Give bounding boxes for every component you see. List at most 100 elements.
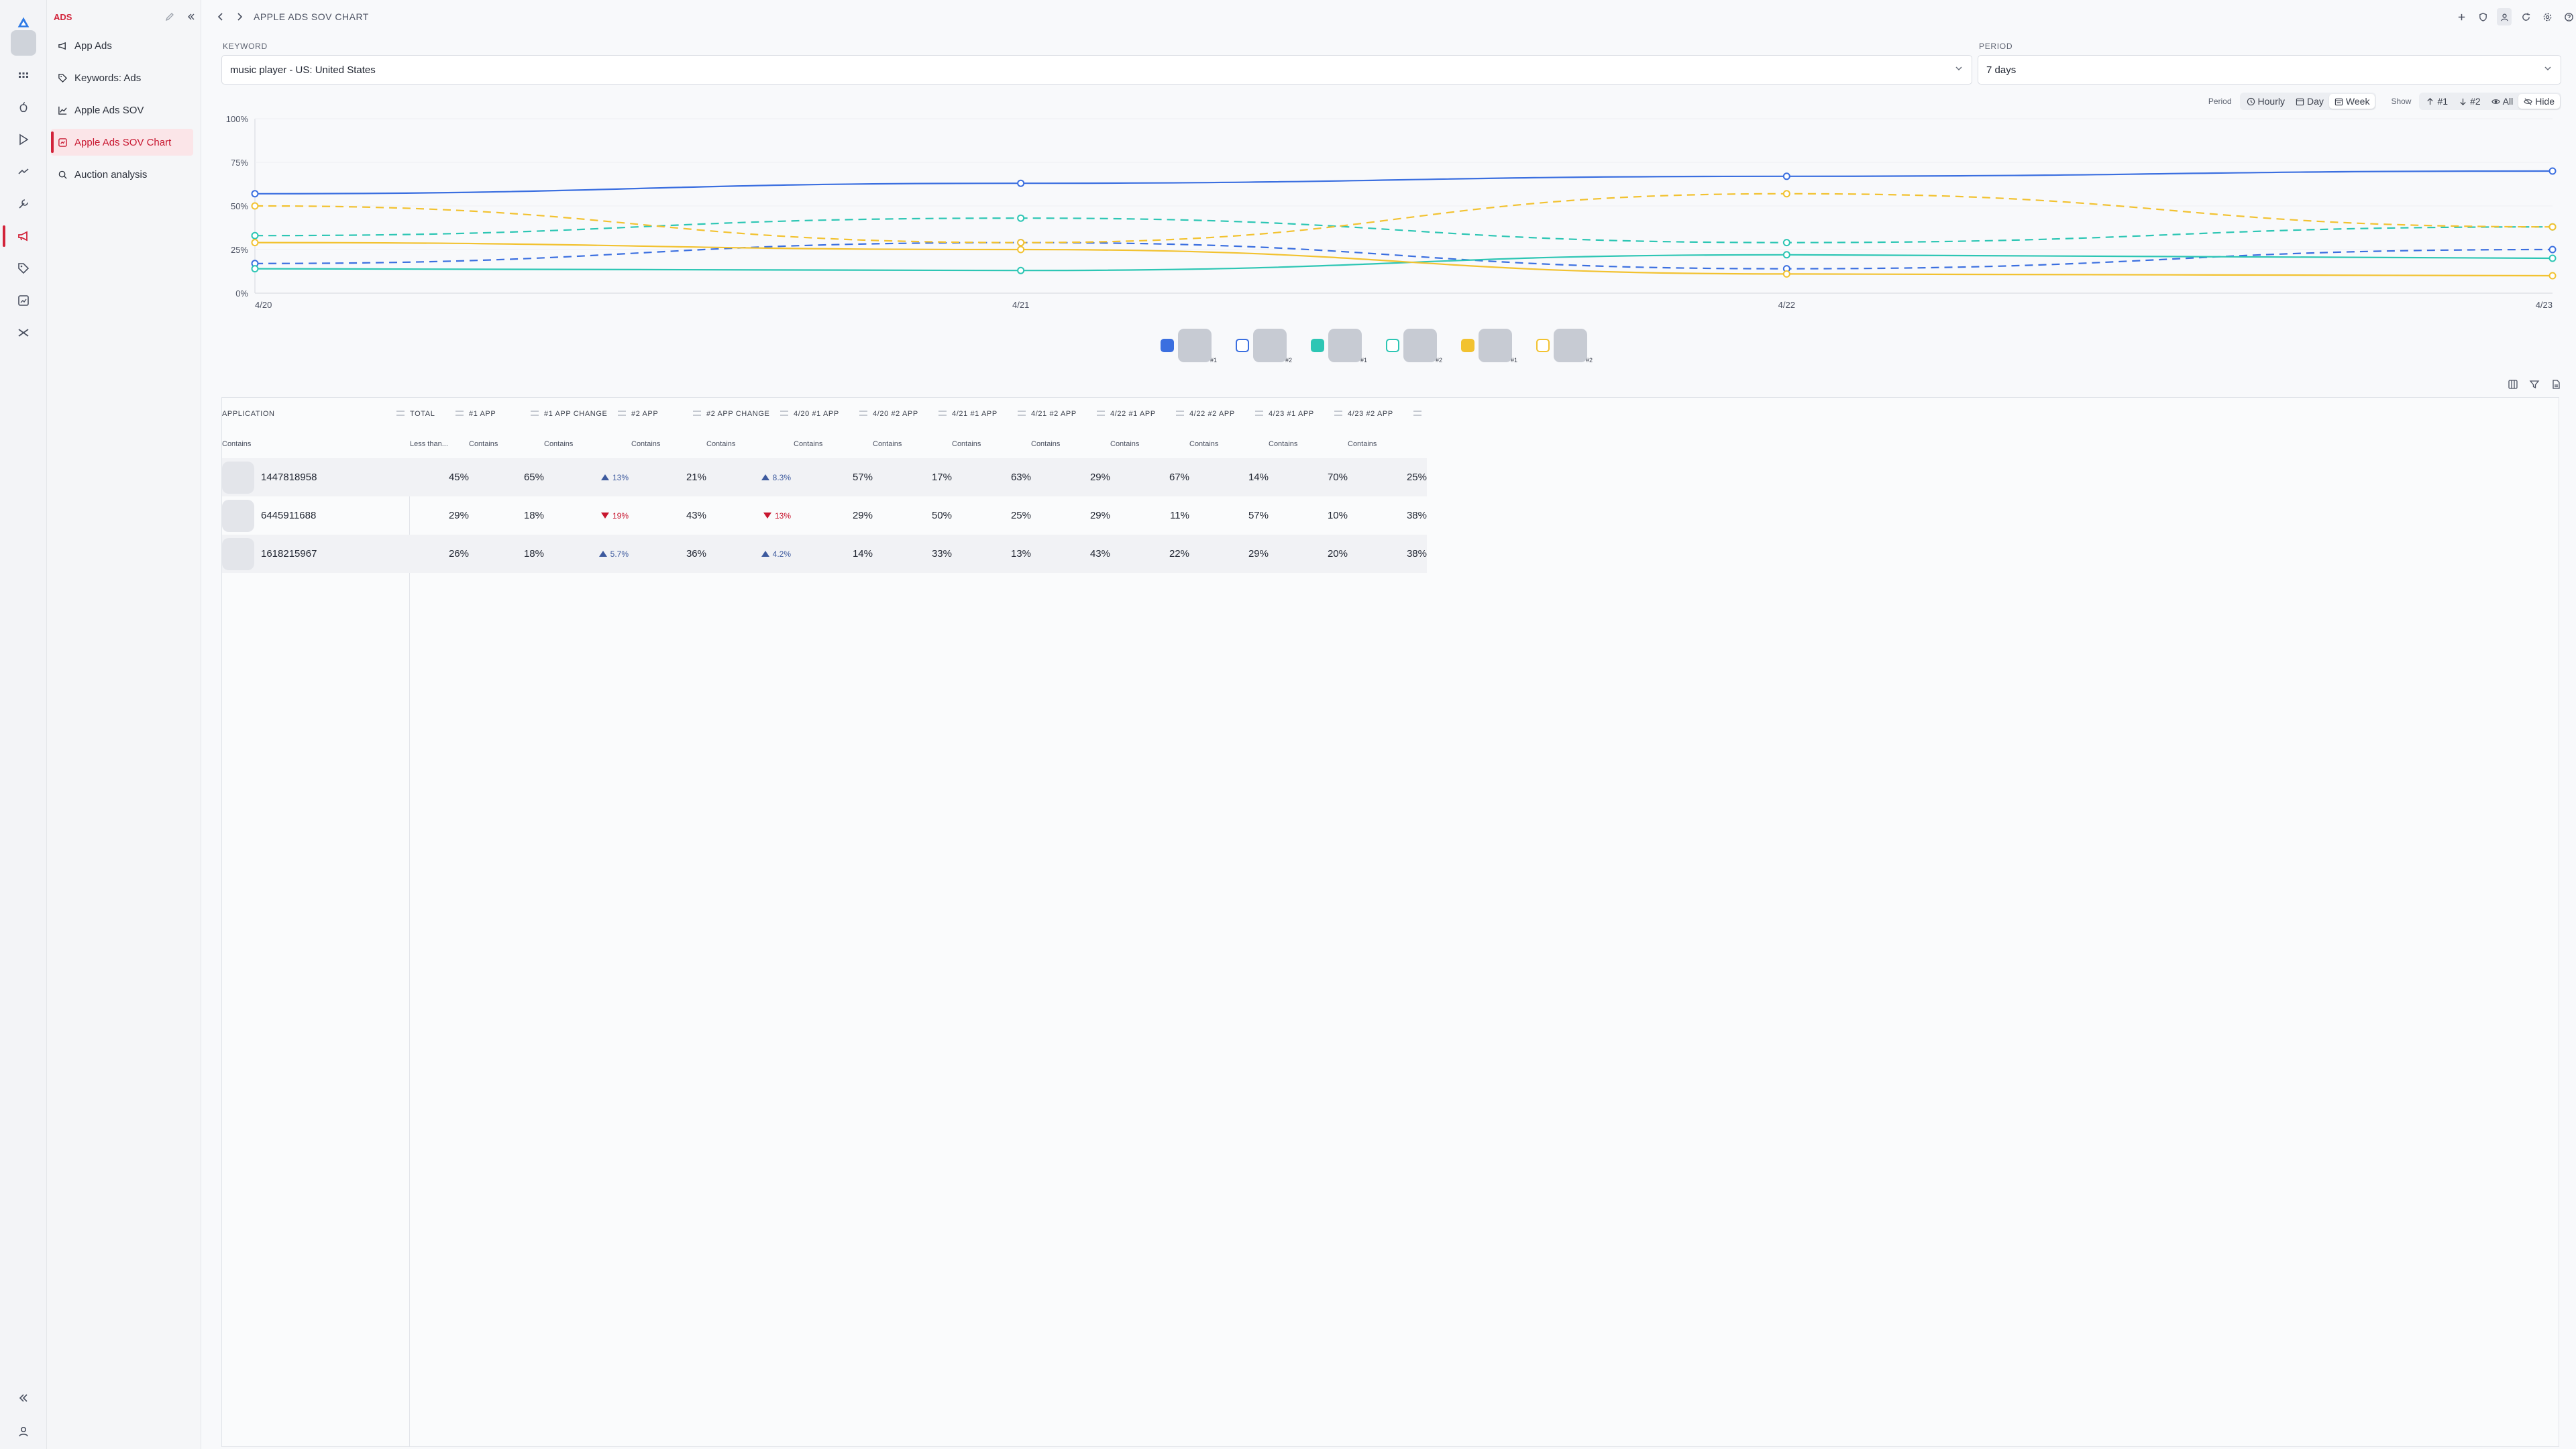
workspace-avatar[interactable] bbox=[0, 27, 47, 59]
legend-item[interactable]: #1 bbox=[1161, 329, 1217, 364]
data-point[interactable] bbox=[1782, 270, 1790, 278]
data-point[interactable] bbox=[1782, 172, 1790, 180]
column-header[interactable]: 4/20 #1 APP bbox=[794, 398, 873, 430]
column-filter-input[interactable]: Contains bbox=[1189, 430, 1269, 458]
data-point[interactable] bbox=[251, 265, 259, 273]
legend-item[interactable]: #2 bbox=[1236, 329, 1292, 364]
column-header[interactable]: 4/22 #1 APP bbox=[1110, 398, 1189, 430]
column-menu-icon[interactable] bbox=[455, 411, 464, 416]
data-point[interactable] bbox=[2548, 272, 2557, 280]
legend-item[interactable]: #1 bbox=[1311, 329, 1367, 364]
series-line[interactable] bbox=[254, 170, 2553, 195]
data-point[interactable] bbox=[1017, 239, 1025, 247]
column-menu-icon[interactable] bbox=[1018, 411, 1026, 416]
data-point[interactable] bbox=[2548, 246, 2557, 254]
column-header[interactable]: APPLICATION bbox=[222, 398, 410, 430]
data-point[interactable] bbox=[2548, 167, 2557, 175]
help-icon[interactable] bbox=[2561, 8, 2576, 25]
table-row[interactable]: 6445911688 29% 18% 19% 43% 13% 29% 50% 25% 29% 11%… bbox=[222, 496, 1427, 535]
column-menu-icon[interactable] bbox=[693, 411, 701, 416]
column-menu-icon[interactable] bbox=[1255, 411, 1263, 416]
column-filter-input[interactable]: Contains bbox=[794, 430, 873, 458]
collapse-nav-icon[interactable] bbox=[186, 12, 196, 21]
column-filter-input[interactable]: Contains bbox=[873, 430, 952, 458]
column-menu-icon[interactable] bbox=[618, 411, 626, 416]
column-header[interactable]: 4/22 #2 APP bbox=[1189, 398, 1269, 430]
grid-icon[interactable] bbox=[0, 59, 47, 91]
column-filter-input[interactable]: Less than... bbox=[410, 430, 469, 458]
column-menu-icon[interactable] bbox=[780, 411, 788, 416]
data-point[interactable] bbox=[251, 190, 259, 198]
nav-item-app-ads[interactable]: App Ads bbox=[51, 32, 193, 59]
column-filter-input[interactable]: Contains bbox=[1110, 430, 1189, 458]
megaphone-icon[interactable] bbox=[0, 220, 47, 252]
series-line[interactable] bbox=[254, 193, 2553, 244]
shield-icon[interactable] bbox=[2475, 8, 2490, 25]
data-point[interactable] bbox=[251, 239, 259, 247]
series-line[interactable] bbox=[254, 217, 2553, 244]
period-select[interactable]: 7 days bbox=[1978, 55, 2561, 85]
series-line[interactable] bbox=[254, 241, 2553, 270]
column-menu-icon[interactable] bbox=[938, 411, 947, 416]
tags-icon[interactable] bbox=[0, 252, 47, 284]
back-icon[interactable] bbox=[216, 12, 225, 21]
column-header[interactable]: #2 APP bbox=[631, 398, 706, 430]
data-point[interactable] bbox=[1782, 251, 1790, 259]
column-header[interactable]: #1 APP bbox=[469, 398, 544, 430]
column-filter-input[interactable]: Contains bbox=[1031, 430, 1110, 458]
forward-icon[interactable] bbox=[235, 12, 244, 21]
column-header[interactable]: 4/21 #1 APP bbox=[952, 398, 1031, 430]
column-menu-icon[interactable] bbox=[396, 411, 405, 416]
column-filter-input[interactable]: Contains bbox=[1348, 430, 1427, 458]
trend-icon[interactable] bbox=[0, 156, 47, 188]
legend-item[interactable]: #1 bbox=[1461, 329, 1517, 364]
data-point[interactable] bbox=[1017, 246, 1025, 254]
app-cell[interactable]: 1618215967 bbox=[222, 535, 410, 573]
column-filter-input[interactable]: Contains bbox=[952, 430, 1031, 458]
data-point[interactable] bbox=[1017, 214, 1025, 222]
refresh-icon[interactable] bbox=[2518, 8, 2533, 25]
column-menu-icon[interactable] bbox=[531, 411, 539, 416]
nav-item-apple-ads-sov-chart[interactable]: Apple Ads SOV Chart bbox=[51, 129, 193, 156]
settings-icon[interactable] bbox=[2540, 8, 2555, 25]
column-header[interactable]: #2 APP CHANGE bbox=[706, 398, 794, 430]
add-icon[interactable] bbox=[2454, 8, 2469, 25]
keyword-select[interactable]: music player - US: United States bbox=[221, 55, 1972, 85]
column-filter-input[interactable]: Contains bbox=[469, 430, 544, 458]
legend-item[interactable]: #2 bbox=[1536, 329, 1593, 364]
show-rank2-button[interactable]: #2 bbox=[2453, 94, 2486, 109]
column-filter-input[interactable]: Contains bbox=[1269, 430, 1348, 458]
legend-item[interactable]: #2 bbox=[1386, 329, 1442, 364]
nav-item-keywords-ads[interactable]: Keywords: Ads bbox=[51, 64, 193, 91]
column-menu-icon[interactable] bbox=[1334, 411, 1342, 416]
column-header[interactable]: 4/23 #2 APP bbox=[1348, 398, 1427, 430]
play-store-icon[interactable] bbox=[0, 123, 47, 156]
integrations-icon[interactable] bbox=[0, 317, 47, 349]
column-header[interactable]: 4/21 #2 APP bbox=[1031, 398, 1110, 430]
columns-icon[interactable] bbox=[2508, 379, 2518, 390]
period-day-button[interactable]: Day bbox=[2290, 94, 2329, 109]
data-point[interactable] bbox=[1782, 239, 1790, 247]
column-filter-input[interactable]: Contains bbox=[544, 430, 631, 458]
period-week-button[interactable]: Week bbox=[2328, 94, 2375, 109]
column-filter-input[interactable]: Contains bbox=[222, 430, 410, 458]
period-hourly-button[interactable]: Hourly bbox=[2241, 94, 2290, 109]
app-cell[interactable]: 6445911688 bbox=[222, 496, 410, 535]
data-point[interactable] bbox=[251, 231, 259, 239]
edit-icon[interactable] bbox=[165, 12, 174, 21]
show-rank1-button[interactable]: #1 bbox=[2420, 94, 2453, 109]
column-header[interactable]: TOTAL bbox=[410, 398, 469, 430]
user-icon[interactable] bbox=[0, 1415, 47, 1448]
data-point[interactable] bbox=[1017, 179, 1025, 187]
data-point[interactable] bbox=[251, 202, 259, 210]
column-filter-input[interactable]: Contains bbox=[631, 430, 706, 458]
column-header[interactable]: 4/23 #1 APP bbox=[1269, 398, 1348, 430]
user-icon[interactable] bbox=[2497, 8, 2512, 25]
series-line[interactable] bbox=[254, 254, 2553, 272]
data-point[interactable] bbox=[2548, 223, 2557, 231]
table-row[interactable]: 1618215967 26% 18% 5.7% 36% 4.2% 14% 33% 13% 43% 2… bbox=[222, 535, 1427, 573]
column-header[interactable]: #1 APP CHANGE bbox=[544, 398, 631, 430]
apple-icon[interactable] bbox=[0, 91, 47, 123]
show-all-button[interactable]: All bbox=[2486, 94, 2519, 109]
column-filter-input[interactable]: Contains bbox=[706, 430, 794, 458]
